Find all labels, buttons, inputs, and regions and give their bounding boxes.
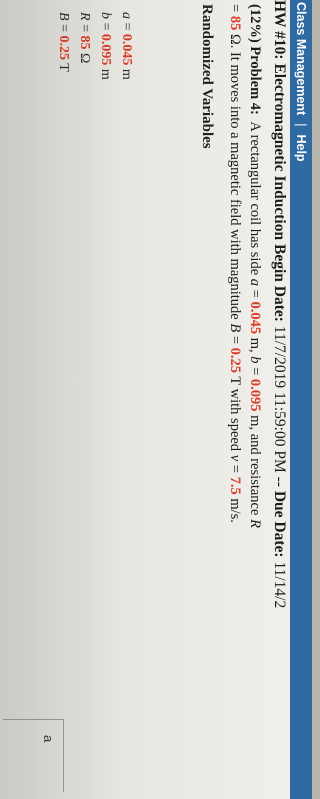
- variable-symbol: B: [56, 12, 71, 21]
- problem-text-3: m, and resistance: [247, 415, 263, 516]
- problem-statement: (12%) Problem 4: A rectangular coil has …: [227, 4, 263, 528]
- problem-text-5: T with speed: [227, 376, 243, 452]
- screen: Class Management | Help HW #10: Electrom…: [0, 0, 312, 799]
- variable-row: b = 0.095 m: [98, 12, 113, 80]
- variable-unit: T: [56, 63, 71, 72]
- nav-separator: |: [294, 123, 308, 127]
- var-v-value: 7.5: [227, 476, 243, 495]
- date-separator: --: [271, 476, 288, 487]
- problem-label: (12%) Problem 4:: [247, 4, 263, 115]
- photo-shading: [0, 0, 312, 799]
- randomized-variables-heading: Randomized Variables: [199, 4, 215, 149]
- variable-row: a = 0.045 m: [119, 12, 134, 80]
- variable-row: R = 85 Ω: [77, 12, 92, 64]
- var-r-value: 85: [227, 15, 243, 31]
- var-r-symbol: R: [247, 519, 263, 528]
- begin-date-label: Begin Date:: [271, 243, 288, 322]
- variable-symbol: b: [98, 12, 113, 19]
- var-v-symbol: v: [227, 454, 243, 462]
- variable-unit: m: [119, 68, 134, 80]
- variable-unit: m: [98, 68, 113, 80]
- variable-unit: Ω: [77, 52, 92, 64]
- problem-text-2: m,: [247, 337, 263, 353]
- var-a-value: 0.045: [247, 301, 263, 335]
- variable-value: 0.095: [98, 33, 113, 66]
- variable-value: 0.045: [119, 33, 134, 66]
- due-date-value: 11/14/2: [271, 561, 288, 609]
- help-link[interactable]: Help: [294, 134, 308, 161]
- problem-text-4: Ω. It moves into a magnetic field with m…: [227, 33, 243, 320]
- variable-symbol: R: [77, 12, 92, 21]
- assignment-header: HW #10: Electromagnetic Induction Begin …: [270, 0, 288, 799]
- problem-text-6: m/s.: [227, 498, 243, 523]
- var-bfield-value: 0.25: [227, 347, 243, 374]
- class-management-link[interactable]: Class Management: [294, 2, 308, 115]
- assignment-title: HW #10: Electromagnetic Induction: [271, 0, 288, 241]
- top-nav-bar: Class Management | Help: [290, 0, 312, 799]
- answer-part-box[interactable]: [3, 719, 64, 792]
- var-b-symbol: b: [247, 356, 263, 364]
- var-a-symbol: a: [247, 278, 263, 287]
- var-b-value: 0.095: [247, 378, 263, 412]
- answer-part-letter: a: [41, 735, 56, 743]
- begin-date-value: 11/7/2019 11:59:00 PM: [271, 325, 288, 473]
- variable-value: 0.25: [56, 35, 71, 60]
- var-bfield-symbol: B: [227, 323, 243, 333]
- variable-value: 85: [77, 35, 92, 50]
- due-date-label: Due Date:: [271, 490, 288, 558]
- variable-row: B = 0.25 T: [56, 12, 71, 72]
- problem-text-1: A rectangular coil has side: [247, 121, 263, 276]
- variable-symbol: a: [119, 12, 134, 19]
- randomized-variables-list: a = 0.045 m b = 0.095 m R = 85 Ω B = 0.2…: [53, 12, 137, 80]
